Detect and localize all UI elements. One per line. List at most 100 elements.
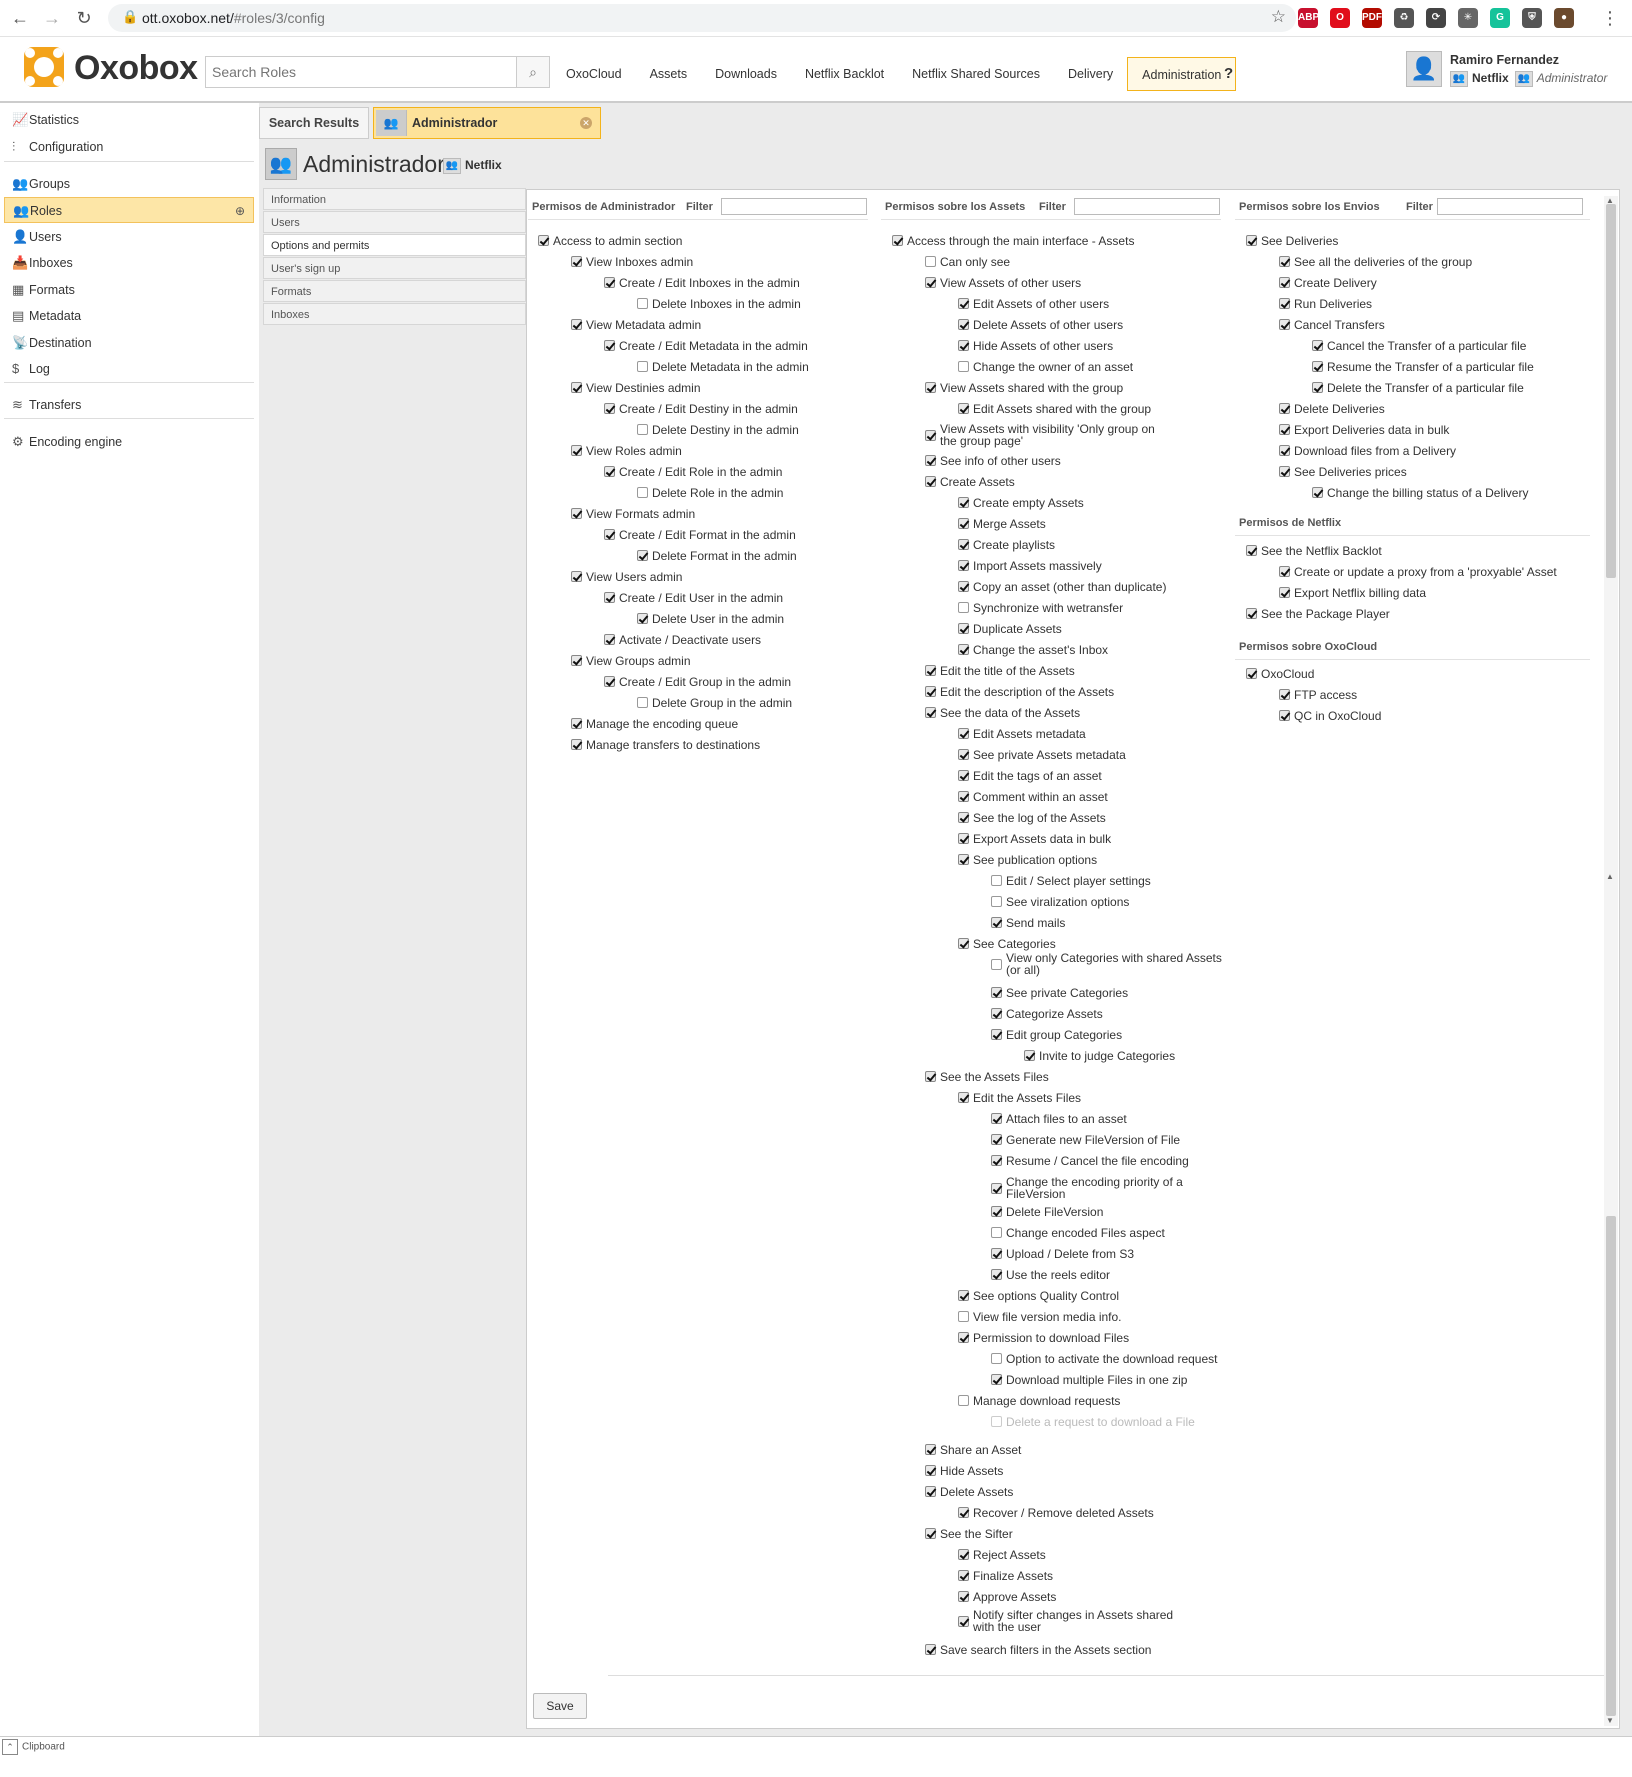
permission-checkbox[interactable]	[1312, 382, 1323, 393]
permission-checkbox[interactable]	[991, 1374, 1002, 1385]
permission-checkbox[interactable]	[1279, 466, 1290, 477]
permission-checkbox[interactable]	[991, 987, 1002, 998]
permission-checkbox[interactable]	[604, 634, 615, 645]
sidebar-item-transfers[interactable]: ≋ Transfers	[4, 392, 254, 418]
permission-checkbox[interactable]	[637, 361, 648, 372]
permission-checkbox[interactable]	[1279, 689, 1290, 700]
sidebar-item-roles[interactable]: 👥Roles ⊕	[4, 197, 254, 223]
permission-checkbox[interactable]	[958, 1311, 969, 1322]
logo-text[interactable]: Oxobox	[74, 49, 198, 88]
nav-downloads[interactable]: Downloads	[701, 57, 791, 91]
permission-checkbox[interactable]	[958, 560, 969, 571]
permission-checkbox[interactable]	[604, 340, 615, 351]
permission-checkbox[interactable]	[925, 277, 936, 288]
permission-checkbox[interactable]	[958, 298, 969, 309]
permission-checkbox[interactable]	[958, 1290, 969, 1301]
section-menu-information[interactable]: Information	[263, 188, 526, 210]
permission-checkbox[interactable]	[925, 476, 936, 487]
permission-checkbox[interactable]	[538, 235, 549, 246]
scrollbar-thumb[interactable]	[1606, 204, 1616, 578]
permission-checkbox[interactable]	[1279, 566, 1290, 577]
permission-checkbox[interactable]	[925, 256, 936, 267]
forward-arrow-icon[interactable]: →	[40, 6, 64, 30]
pdf-icon[interactable]: PDF	[1362, 8, 1382, 28]
permission-checkbox[interactable]	[925, 1528, 936, 1539]
section-menu-users[interactable]: Users	[263, 211, 526, 233]
permission-checkbox[interactable]	[925, 1444, 936, 1455]
permission-checkbox[interactable]	[604, 592, 615, 603]
permission-checkbox[interactable]	[991, 1227, 1002, 1238]
permission-checkbox[interactable]	[1279, 424, 1290, 435]
permission-checkbox[interactable]	[991, 1269, 1002, 1280]
sidebar-item-inboxes[interactable]: 📥Inboxes	[4, 250, 254, 276]
permission-checkbox[interactable]	[925, 1071, 936, 1082]
permission-checkbox[interactable]	[1246, 235, 1257, 246]
admin-filter-input[interactable]	[721, 198, 867, 215]
bookmark-star-icon[interactable]: ☆	[1271, 7, 1286, 27]
address-bar[interactable]: 🔒 ott.oxobox.net/#roles/3/config ☆	[108, 4, 1296, 32]
permission-checkbox[interactable]	[1279, 445, 1290, 456]
permission-checkbox[interactable]	[958, 770, 969, 781]
user-menu[interactable]: 👤 Ramiro Fernandez 👥 Netflix 👥 Administrato…	[1406, 49, 1632, 93]
permission-checkbox[interactable]	[1246, 668, 1257, 679]
shield-icon[interactable]: ⛨	[1522, 8, 1542, 28]
section-menu-inboxes[interactable]: Inboxes	[263, 303, 526, 325]
permission-checkbox[interactable]	[991, 1248, 1002, 1259]
permission-checkbox[interactable]	[958, 938, 969, 949]
permission-checkbox[interactable]	[991, 1155, 1002, 1166]
permission-checkbox[interactable]	[991, 1206, 1002, 1217]
permission-checkbox[interactable]	[991, 1029, 1002, 1040]
section-menu-options-and-permits[interactable]: Options and permits	[263, 234, 526, 256]
permission-checkbox[interactable]	[604, 529, 615, 540]
permission-checkbox[interactable]	[571, 445, 582, 456]
sidebar-item-metadata[interactable]: ▤ Metadata	[4, 303, 254, 329]
sidebar-item-statistics[interactable]: 📈Statistics	[4, 107, 254, 133]
profile-icon[interactable]: ●	[1554, 8, 1574, 28]
scrollbar-thumb[interactable]	[1606, 1216, 1616, 1716]
permission-checkbox[interactable]	[1024, 1050, 1035, 1061]
permission-checkbox[interactable]	[958, 1591, 969, 1602]
sidebar-item-configuration[interactable]: ⫶ Configuration	[4, 134, 254, 160]
permission-checkbox[interactable]	[991, 1353, 1002, 1364]
permission-checkbox[interactable]	[1312, 361, 1323, 372]
scroll-down-icon[interactable]: ▼	[1606, 1716, 1614, 1725]
sidebar-item-users[interactable]: 👤Users	[4, 224, 254, 250]
permission-checkbox[interactable]	[958, 728, 969, 739]
permission-checkbox[interactable]	[958, 403, 969, 414]
back-arrow-icon[interactable]: ←	[8, 6, 32, 30]
permission-checkbox[interactable]	[958, 854, 969, 865]
permission-checkbox[interactable]	[991, 1008, 1002, 1019]
permission-checkbox[interactable]	[958, 1092, 969, 1103]
permission-checkbox[interactable]	[991, 1416, 1002, 1427]
search-roles-input[interactable]	[205, 56, 517, 88]
envios-filter-input[interactable]	[1437, 198, 1583, 215]
permission-checkbox[interactable]	[958, 791, 969, 802]
permission-checkbox[interactable]	[958, 602, 969, 613]
permission-checkbox[interactable]	[958, 1395, 969, 1406]
permission-checkbox[interactable]	[958, 340, 969, 351]
permission-checkbox[interactable]	[925, 430, 936, 441]
nav-delivery[interactable]: Delivery	[1054, 57, 1127, 91]
permission-checkbox[interactable]	[604, 466, 615, 477]
permission-checkbox[interactable]	[958, 623, 969, 634]
sidebar-item-formats[interactable]: ▦ Formats	[4, 277, 254, 303]
permission-checkbox[interactable]	[991, 896, 1002, 907]
permission-checkbox[interactable]	[1279, 710, 1290, 721]
sidebar-item-encoding-engine[interactable]: ⚙ Encoding engine	[4, 429, 254, 455]
section-menu-user-s-sign-up[interactable]: User's sign up	[263, 257, 526, 279]
permission-checkbox[interactable]	[1246, 608, 1257, 619]
permission-checkbox[interactable]	[958, 812, 969, 823]
permission-checkbox[interactable]	[1312, 487, 1323, 498]
permission-checkbox[interactable]	[958, 1570, 969, 1581]
permission-checkbox[interactable]	[958, 1616, 969, 1627]
permission-checkbox[interactable]	[958, 361, 969, 372]
permission-checkbox[interactable]	[637, 424, 648, 435]
permission-checkbox[interactable]	[925, 455, 936, 466]
permission-checkbox[interactable]	[958, 497, 969, 508]
nav-administration[interactable]: Administration	[1127, 57, 1237, 91]
nav-assets[interactable]: Assets	[636, 57, 702, 91]
permission-checkbox[interactable]	[637, 613, 648, 624]
permission-checkbox[interactable]	[1246, 545, 1257, 556]
nav-netflix-backlot[interactable]: Netflix Backlot	[791, 57, 898, 91]
grammarly-icon[interactable]: G	[1490, 8, 1510, 28]
